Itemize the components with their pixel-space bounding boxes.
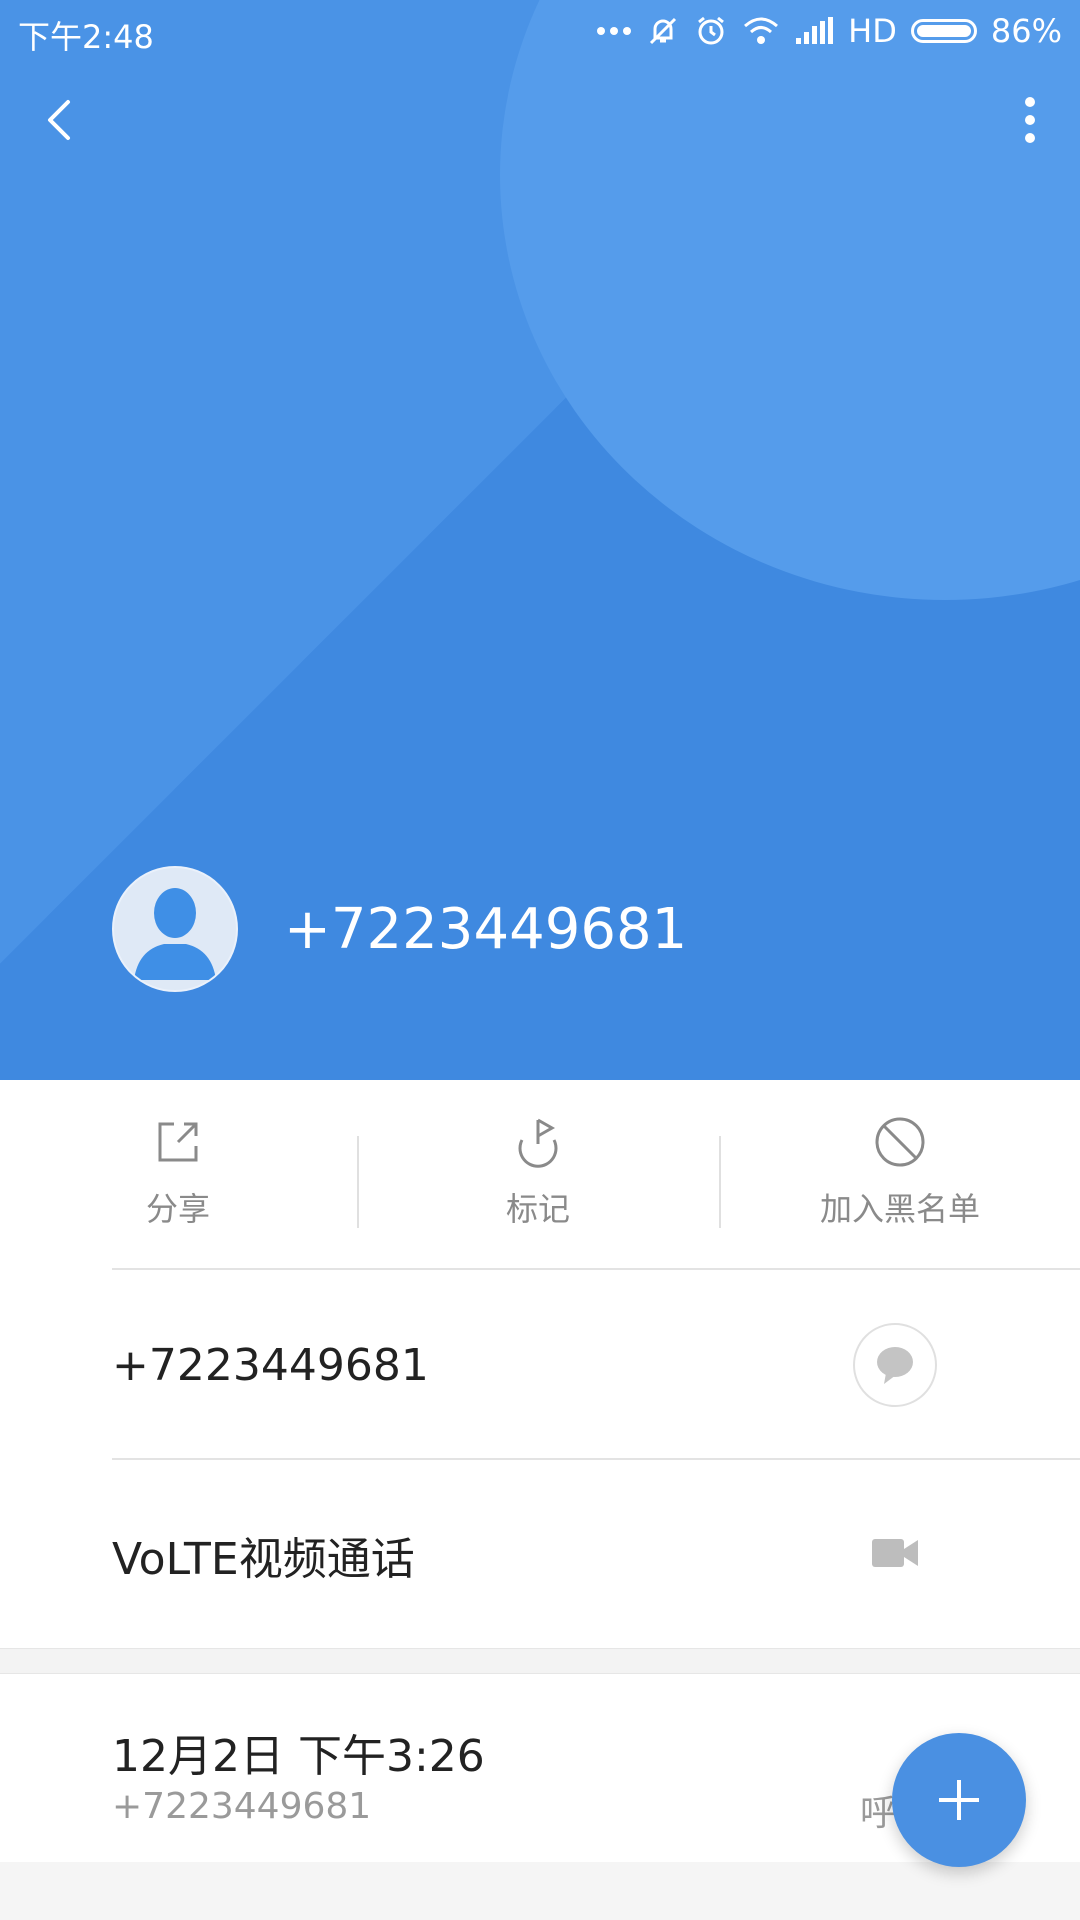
person-icon (134, 888, 216, 980)
mark-button[interactable]: 标记 (388, 1114, 688, 1230)
call-type: 呼 (860, 1793, 897, 1834)
blacklist-label: 加入黑名单 (819, 1190, 980, 1228)
chevron-left-icon (48, 100, 70, 140)
call-date: 12月2日 下午3:26 (112, 1731, 485, 1782)
share-button[interactable]: 分享 (28, 1114, 328, 1230)
divider (357, 1136, 359, 1228)
message-icon (877, 1347, 913, 1384)
back-button[interactable] (30, 90, 90, 150)
contact-number-title: +7223449681 (284, 896, 688, 962)
add-button[interactable] (892, 1733, 1026, 1867)
video-call-row[interactable]: VoLTE视频通话 (112, 1460, 1012, 1650)
phone-number-row[interactable]: +7223449681 (112, 1270, 1012, 1460)
contact-header: 下午2:48 HD 86% +7223449681 (0, 0, 1080, 1080)
wifi-icon (742, 16, 780, 46)
mute-icon (646, 14, 680, 48)
mark-label: 标记 (505, 1190, 570, 1228)
signal-icon (794, 16, 834, 46)
share-icon (28, 1114, 328, 1170)
avatar[interactable] (112, 866, 238, 992)
action-bar: 分享 标记 加入黑名单 (0, 1080, 1080, 1270)
status-time: 下午2:48 (18, 18, 154, 56)
message-button[interactable] (853, 1323, 937, 1407)
flag-icon (388, 1114, 688, 1170)
more-vert-icon (1025, 97, 1035, 143)
status-bar: 下午2:48 HD 86% (0, 0, 1080, 62)
contact-summary: +7223449681 (112, 866, 687, 992)
section-separator (0, 1648, 1080, 1674)
status-icons: HD 86% (596, 12, 1062, 50)
battery-percent: 86% (990, 12, 1062, 50)
more-options-button[interactable] (1000, 90, 1060, 150)
blacklist-button[interactable]: 加入黑名单 (750, 1114, 1050, 1230)
details-panel: 分享 标记 加入黑名单 +7223449681 VoLTE视频通话 (0, 1080, 1080, 1648)
more-notifications-icon (596, 26, 632, 36)
block-icon (750, 1114, 1050, 1170)
divider (719, 1136, 721, 1228)
plus-icon (939, 1780, 979, 1820)
video-camera-icon[interactable] (870, 1535, 920, 1575)
call-number: +7223449681 (112, 1786, 372, 1827)
share-label: 分享 (145, 1190, 210, 1228)
alarm-icon (694, 14, 728, 48)
phone-number: +7223449681 (112, 1339, 429, 1391)
network-type: HD (848, 12, 897, 50)
video-call-label: VoLTE视频通话 (112, 1534, 415, 1585)
battery-icon (910, 19, 977, 43)
